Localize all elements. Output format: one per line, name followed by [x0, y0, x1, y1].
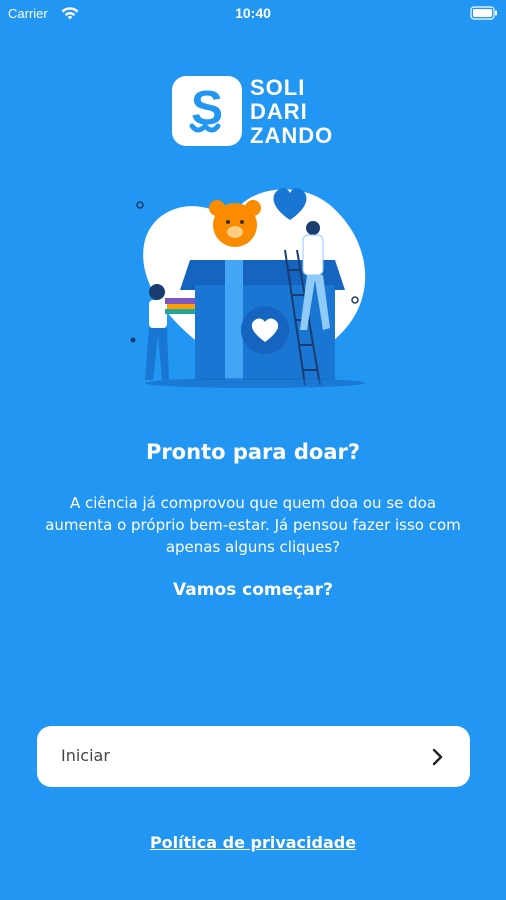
start-button[interactable]: Iniciar [37, 726, 470, 787]
status-time: 10:40 [235, 5, 271, 21]
status-bar: Carrier 10:40 [0, 0, 506, 28]
start-button-label: Iniciar [61, 746, 110, 765]
battery-icon [470, 6, 497, 20]
privacy-policy-link[interactable]: Política de privacidade [0, 833, 506, 852]
donation-illustration [130, 188, 366, 388]
brand-logo: S SOLI DARI ZANDO [172, 76, 342, 148]
onboarding-description: A ciência já comprovou que quem doa ou s… [45, 494, 461, 556]
logo-line-1: SOLI [250, 75, 306, 100]
logo-wordmark: SOLI DARI ZANDO [250, 76, 333, 148]
onboarding-title: Pronto para doar? [145, 440, 361, 464]
onboarding-cta: Vamos começar? [173, 580, 333, 600]
logo-line-2: DARI [250, 99, 308, 124]
logo-line-3: ZANDO [250, 123, 334, 148]
chevron-right-icon [432, 748, 443, 766]
logo-mark-icon: S [172, 76, 242, 146]
